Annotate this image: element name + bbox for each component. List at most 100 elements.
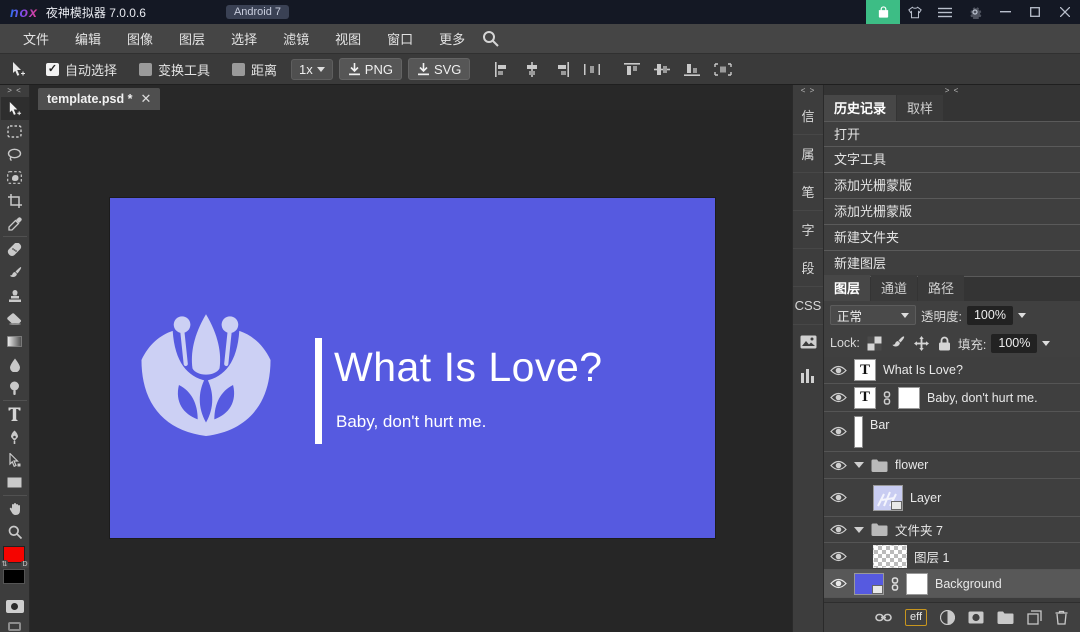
layer-name[interactable]: Background [935,577,1002,591]
tool-lasso[interactable] [1,143,29,166]
export-png-button[interactable]: PNG [339,58,402,80]
group-expand-caret-icon[interactable] [854,462,864,468]
layer-name[interactable]: 文件夹 7 [895,520,943,539]
history-item[interactable]: 文字工具 [824,147,1080,173]
default-colors-icon[interactable]: D [21,561,28,568]
history-item[interactable]: 新建文件夹 [824,225,1080,251]
tool-brush[interactable] [1,261,29,284]
layer-row-background[interactable]: Background [824,570,1080,598]
menu-window[interactable]: 窗口 [374,29,426,48]
layer-row-layer-1[interactable]: 图层 1 [824,543,1080,570]
layer-effects-button[interactable]: eff [905,609,927,626]
visibility-eye-icon[interactable] [830,365,847,376]
tool-hand[interactable] [1,497,29,520]
tab-layers[interactable]: 图层 [824,275,870,301]
fill-value[interactable]: 100% [991,334,1037,353]
add-mask-icon[interactable] [968,611,984,624]
swap-colors-icon[interactable]: ⇅ [1,560,9,568]
opacity-slider-icon[interactable] [1018,313,1026,318]
text-layer-thumbnail[interactable]: T [854,387,876,409]
menu-more[interactable]: 更多 [426,29,478,48]
new-folder-icon[interactable] [997,611,1014,624]
tool-blur[interactable] [1,353,29,376]
lock-pixels-icon[interactable] [891,336,905,350]
tool-clone-stamp[interactable] [1,284,29,307]
artboard[interactable]: What Is Love? Baby, don't hurt me. [110,198,715,538]
visibility-eye-icon[interactable] [830,492,847,503]
settings-button[interactable] [960,0,990,24]
minimize-button[interactable] [990,0,1020,24]
layer-name[interactable]: 图层 1 [914,547,949,566]
tool-zoom[interactable] [1,520,29,543]
align-right-icon[interactable] [554,62,570,77]
layer-row-bar[interactable]: Bar [824,412,1080,452]
layer-name[interactable]: What Is Love? [883,363,963,377]
tool-marquee-select[interactable] [1,120,29,143]
mask-link-icon[interactable] [883,391,891,405]
lock-position-icon[interactable] [914,336,929,351]
visibility-eye-icon[interactable] [830,426,847,437]
adjustment-layer-icon[interactable] [940,610,955,625]
layer-name[interactable]: Bar [870,418,889,432]
menu-layer[interactable]: 图层 [166,29,218,48]
align-bottom-icon[interactable] [684,62,700,77]
quick-mask-button[interactable] [6,600,24,613]
visibility-eye-icon[interactable] [830,392,847,403]
tab-close-icon[interactable]: ✕ [140,91,151,107]
auto-select-checkbox[interactable]: ✓ 自动选择 [46,60,117,79]
tab-history[interactable]: 历史记录 [824,95,896,121]
layer-row-baby-dont-hurt-me[interactable]: T Baby, don't hurt me. [824,384,1080,412]
tool-type[interactable] [1,402,29,425]
strip-collapse-handle[interactable]: < > [793,85,823,97]
layer-row-layer[interactable]: Layer [824,479,1080,517]
panel-tab-css[interactable]: CSS [793,287,823,325]
tab-channels[interactable]: 通道 [871,275,917,301]
document-tab[interactable]: template.psd * ✕ [38,88,160,110]
history-item[interactable]: 添加光栅蒙版 [824,173,1080,199]
panel-tab-properties[interactable]: 属 [793,135,823,173]
tool-shape-rect[interactable] [1,471,29,494]
align-middle-vertical-icon[interactable] [654,62,670,77]
menu-select[interactable]: 选择 [218,29,270,48]
opacity-value[interactable]: 100% [967,306,1013,325]
transform-tool-checkbox[interactable]: 变换工具 [139,60,210,79]
lock-all-icon[interactable] [938,336,951,351]
panel-tab-info[interactable]: 信 [793,97,823,135]
text-layer-thumbnail[interactable]: T [854,359,876,381]
align-center-horizontal-icon[interactable] [524,62,540,77]
distribute-vertical-icon[interactable] [714,62,732,77]
history-item[interactable]: 打开 [824,121,1080,147]
tool-crop[interactable] [1,189,29,212]
zoom-level-dropdown[interactable]: 1x [291,59,333,80]
delete-layer-icon[interactable] [1055,610,1068,625]
layer-mask-thumbnail[interactable] [898,387,920,409]
visibility-eye-icon[interactable] [830,524,847,535]
tool-path-select[interactable] [1,448,29,471]
tool-pen[interactable] [1,425,29,448]
panel-tab-character[interactable]: 字 [793,211,823,249]
blend-mode-dropdown[interactable]: 正常 [830,305,916,325]
menu-filter[interactable]: 滤镜 [270,29,322,48]
transparent-layer-thumbnail[interactable] [873,545,907,568]
tool-gradient[interactable] [1,330,29,353]
menu-edit[interactable]: 编辑 [62,29,114,48]
align-top-icon[interactable] [624,62,640,77]
layer-row-flower-group[interactable]: flower [824,452,1080,479]
visibility-eye-icon[interactable] [830,578,847,589]
tool-healing-patch[interactable] [1,238,29,261]
align-left-icon[interactable] [494,62,510,77]
new-layer-icon[interactable] [1027,610,1042,625]
history-item[interactable]: 新建图层 [824,251,1080,277]
visibility-eye-icon[interactable] [830,551,847,562]
menu-view[interactable]: 视图 [322,29,374,48]
link-layers-icon[interactable] [875,613,892,622]
visibility-eye-icon[interactable] [830,460,847,471]
app-store-button[interactable] [866,0,900,24]
layer-name[interactable]: flower [895,458,928,472]
lock-transparency-icon[interactable] [867,336,882,351]
fill-slider-icon[interactable] [1042,341,1050,346]
pixel-layer-thumbnail[interactable] [854,573,884,595]
distance-checkbox[interactable]: 距离 [232,60,277,79]
tool-eyedropper[interactable] [1,212,29,235]
tab-sampling[interactable]: 取样 [897,95,943,121]
